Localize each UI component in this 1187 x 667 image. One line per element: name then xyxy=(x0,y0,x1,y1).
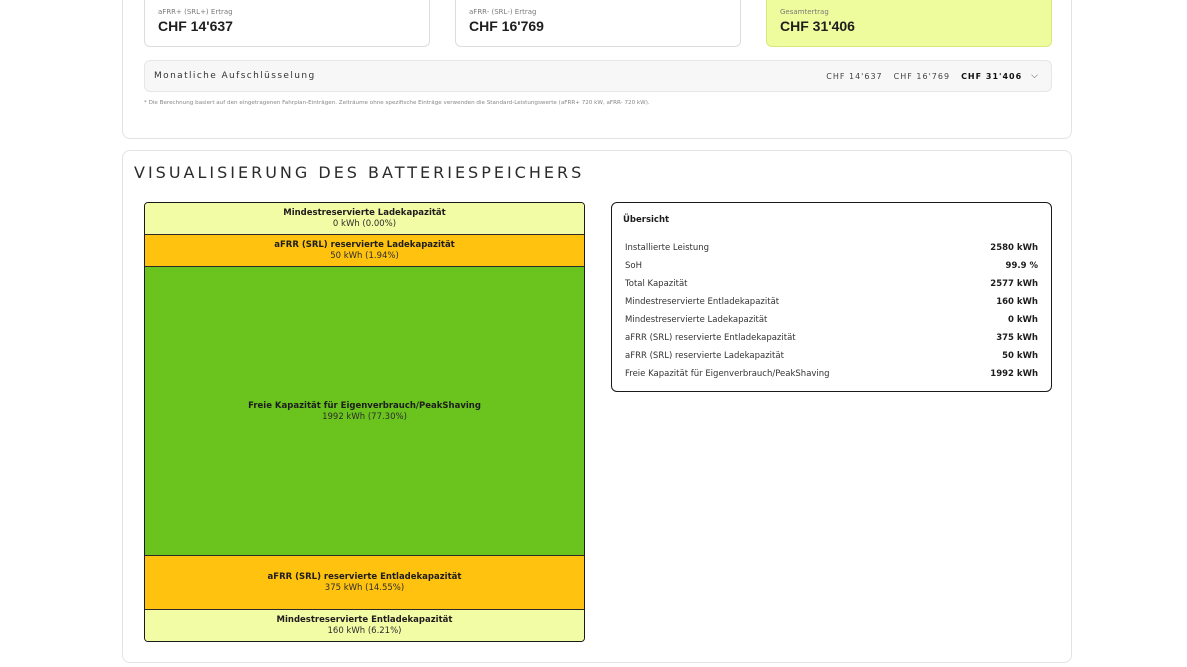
segment-free-capacity-value: 1992 kWh (77.30%) xyxy=(322,411,407,422)
monthly-minus-value: CHF 16'769 xyxy=(893,71,951,81)
overview-row-label: Freie Kapazität für Eigenverbrauch/PeakS… xyxy=(625,369,830,379)
overview-row-label: Mindestreservierte Ladekapazität xyxy=(625,315,768,325)
overview-rows: Installierte Leistung 2580 kWh SoH 99.9 % … xyxy=(625,239,1038,383)
battery-visualization-card: VISUALISIERUNG DES BATTERIESPEICHERS Min… xyxy=(122,150,1072,663)
afrr-plus-revenue-value: CHF 14'637 xyxy=(158,18,233,34)
overview-row: Installierte Leistung 2580 kWh xyxy=(625,239,1038,257)
overview-panel: Übersicht Installierte Leistung 2580 kWh … xyxy=(611,202,1052,392)
monthly-breakdown-values: CHF 14'637 CHF 16'769 CHF 31'406 ⌵ xyxy=(826,71,1039,81)
overview-row-value: 375 kWh xyxy=(996,333,1038,343)
total-revenue-box: Gesamtertrag CHF 31'406 xyxy=(766,0,1052,47)
overview-row: Freie Kapazität für Eigenverbrauch/PeakS… xyxy=(625,365,1038,383)
overview-row: Total Kapazität 2577 kWh xyxy=(625,275,1038,293)
overview-row: aFRR (SRL) reservierte Ladekapazität 50 k… xyxy=(625,347,1038,365)
overview-row: Mindestreservierte Ladekapazität 0 kWh xyxy=(625,311,1038,329)
afrr-minus-revenue-label: aFRR- (SRL-) Ertrag xyxy=(469,8,537,16)
total-revenue-value: CHF 31'406 xyxy=(780,18,855,34)
segment-afrr-charge-title: aFRR (SRL) reservierte Ladekapazität xyxy=(274,240,455,250)
afrr-plus-revenue-label: aFRR+ (SRL+) Ertrag xyxy=(158,8,233,16)
segment-min-charge-value: 0 kWh (0.00%) xyxy=(332,219,397,229)
afrr-minus-revenue-value: CHF 16'769 xyxy=(469,18,544,34)
segment-afrr-discharge: aFRR (SRL) reservierte Entladekapazität … xyxy=(145,556,584,610)
overview-row-label: SoH xyxy=(625,261,642,271)
segment-min-discharge-title: Mindestreservierte Entladekapazität xyxy=(276,615,453,625)
overview-row: aFRR (SRL) reservierte Entladekapazität 3… xyxy=(625,329,1038,347)
afrr-plus-revenue-box: aFRR+ (SRL+) Ertrag CHF 14'637 xyxy=(144,0,430,47)
overview-row-value: 99.9 % xyxy=(1005,261,1038,271)
revenue-card: aFRR+ (SRL+) Ertrag CHF 14'637 aFRR- (SR… xyxy=(122,0,1072,139)
monthly-breakdown-title: Monatliche Aufschlüsselung xyxy=(154,71,316,81)
overview-row-value: 0 kWh xyxy=(1008,315,1038,325)
overview-row-label: aFRR (SRL) reservierte Ladekapazität xyxy=(625,351,784,361)
overview-row-label: Installierte Leistung xyxy=(625,243,710,253)
overview-row-value: 50 kWh xyxy=(1002,351,1038,361)
overview-row-value: 2580 kWh xyxy=(990,243,1038,253)
segment-free-capacity: Freie Kapazität für Eigenverbrauch/PeakS… xyxy=(145,267,584,556)
page: aFRR+ (SRL+) Ertrag CHF 14'637 aFRR- (SR… xyxy=(0,0,1187,667)
segment-min-charge: Mindestreservierte Ladekapazität 0 kWh (… xyxy=(145,203,584,235)
overview-row: SoH 99.9 % xyxy=(625,257,1038,275)
segment-afrr-discharge-value: 375 kWh (14.55%) xyxy=(324,583,405,593)
segment-min-discharge-value: 160 kWh (6.21%) xyxy=(327,626,402,636)
segment-afrr-discharge-title: aFRR (SRL) reservierte Entladekapazität xyxy=(267,572,462,582)
overview-row-value: 160 kWh xyxy=(996,297,1038,307)
total-revenue-label: Gesamtertrag xyxy=(780,8,829,16)
segment-min-discharge: Mindestreservierte Entladekapazität 160 … xyxy=(145,610,584,641)
overview-title: Übersicht xyxy=(623,215,670,225)
segment-free-capacity-title: Freie Kapazität für Eigenverbrauch/PeakS… xyxy=(248,400,481,411)
battery-diagram: Mindestreservierte Ladekapazität 0 kWh (… xyxy=(144,202,585,642)
monthly-breakdown-toggle[interactable]: Monatliche Aufschlüsselung CHF 14'637 CH… xyxy=(144,60,1052,92)
monthly-total-value: CHF 31'406 xyxy=(961,71,1023,81)
overview-row-label: Mindestreservierte Entladekapazität xyxy=(625,297,780,307)
visualization-title: VISUALISIERUNG DES BATTERIESPEICHERS xyxy=(134,163,585,182)
segment-min-charge-title: Mindestreservierte Ladekapazität xyxy=(283,208,446,218)
segment-afrr-charge: aFRR (SRL) reservierte Ladekapazität 50 … xyxy=(145,235,584,267)
overview-row-label: aFRR (SRL) reservierte Entladekapazität xyxy=(625,333,796,343)
monthly-plus-value: CHF 14'637 xyxy=(826,71,883,81)
overview-row-value: 2577 kWh xyxy=(990,279,1038,289)
chevron-down-icon[interactable]: ⌵ xyxy=(1031,71,1039,81)
afrr-minus-revenue-box: aFRR- (SRL-) Ertrag CHF 16'769 xyxy=(455,0,741,47)
calculation-footnote: * Die Berechnung basiert auf den eingetr… xyxy=(144,100,650,106)
overview-row-label: Total Kapazität xyxy=(625,279,688,289)
overview-row: Mindestreservierte Entladekapazität 160 k… xyxy=(625,293,1038,311)
overview-row-value: 1992 kWh xyxy=(990,369,1038,379)
segment-afrr-charge-value: 50 kWh (1.94%) xyxy=(330,251,399,261)
